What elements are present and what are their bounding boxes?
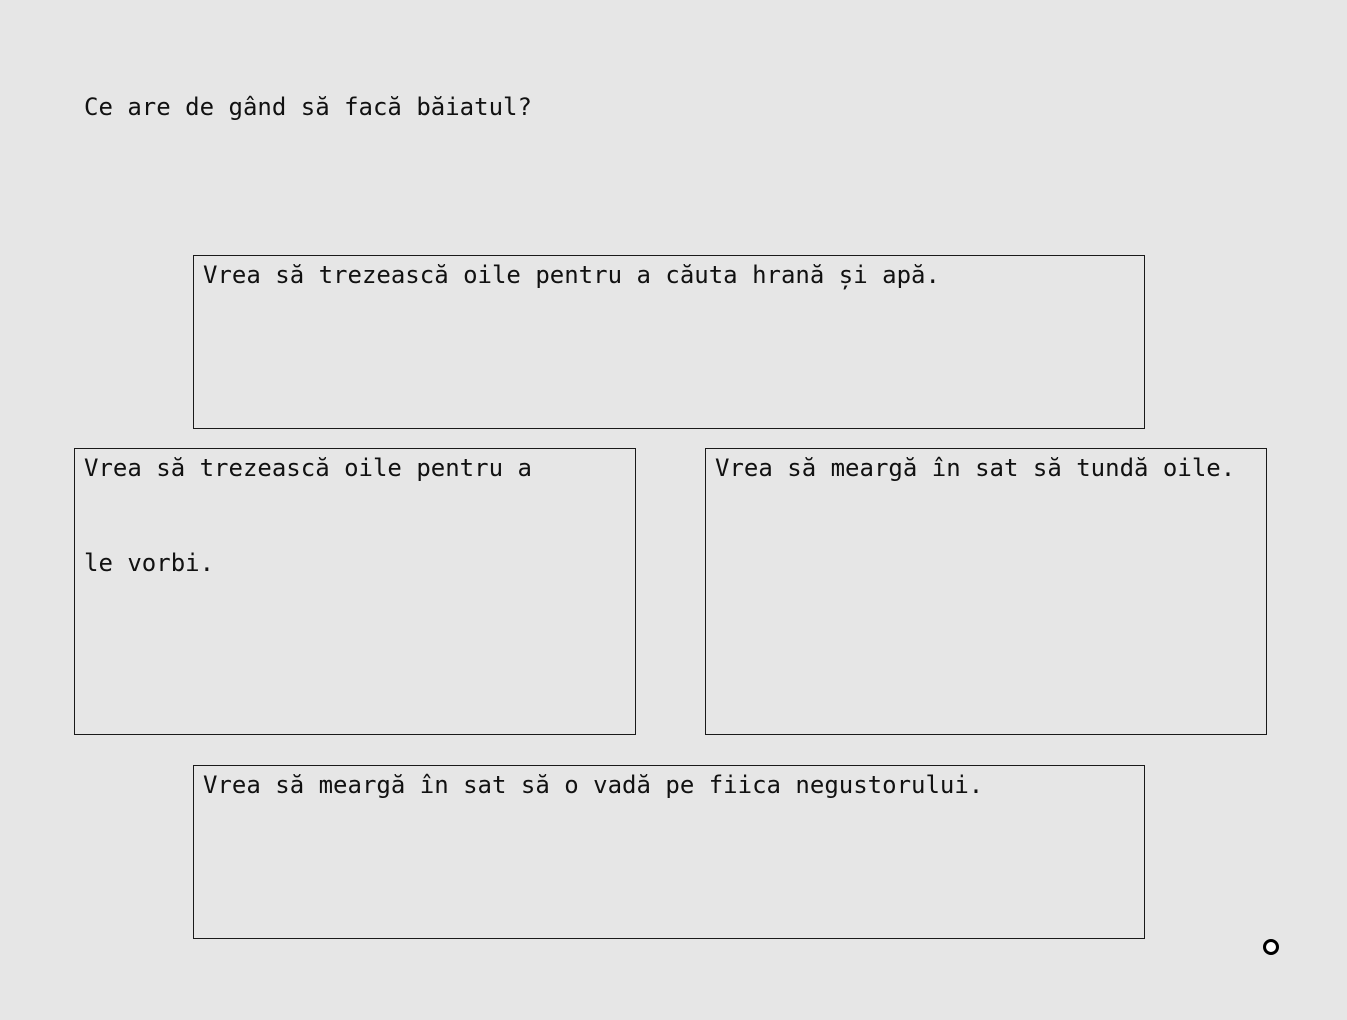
- answer-option-4[interactable]: Vrea să meargă în sat să o vadă pe fiica…: [193, 765, 1145, 939]
- answer-option-2-label: Vrea să trezească oile pentru a le vorbi…: [84, 454, 532, 577]
- answer-option-2[interactable]: Vrea să trezească oile pentru a le vorbi…: [74, 448, 636, 735]
- question-text: Ce are de gând să facă băiatul?: [84, 93, 532, 121]
- answer-option-1[interactable]: Vrea să trezească oile pentru a căuta hr…: [193, 255, 1145, 429]
- answer-option-1-label: Vrea să trezească oile pentru a căuta hr…: [203, 261, 940, 289]
- ring-cursor-icon: [1263, 939, 1279, 955]
- answer-option-4-label: Vrea să meargă în sat să o vadă pe fiica…: [203, 771, 984, 799]
- answer-option-3[interactable]: Vrea să meargă în sat să tundă oile.: [705, 448, 1267, 735]
- answer-option-3-label: Vrea să meargă în sat să tundă oile.: [715, 454, 1236, 482]
